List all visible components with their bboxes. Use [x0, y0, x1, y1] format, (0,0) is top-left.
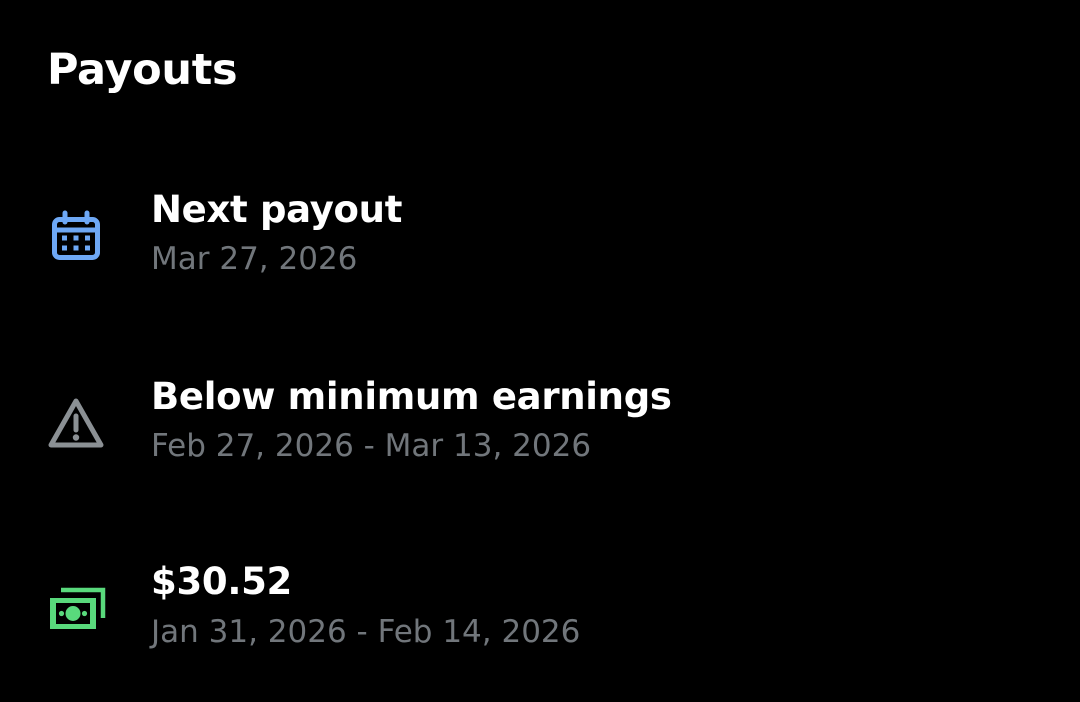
payout-title: Below minimum earnings	[151, 375, 672, 418]
payout-date: Mar 27, 2026	[151, 241, 358, 277]
payout-period: Feb 27, 2026 - Mar 13, 2026	[151, 428, 592, 464]
calendar-icon	[52, 210, 100, 260]
payout-amount: $30.52	[151, 560, 292, 603]
warning-icon	[48, 398, 104, 448]
payout-period: Jan 31, 2026 - Feb 14, 2026	[151, 614, 581, 650]
money-icon	[50, 587, 106, 629]
payout-row-paid[interactable]: $30.52 Jan 31, 2026 - Feb 14, 2026	[0, 0, 1080, 650]
payout-title: Next payout	[151, 188, 403, 231]
